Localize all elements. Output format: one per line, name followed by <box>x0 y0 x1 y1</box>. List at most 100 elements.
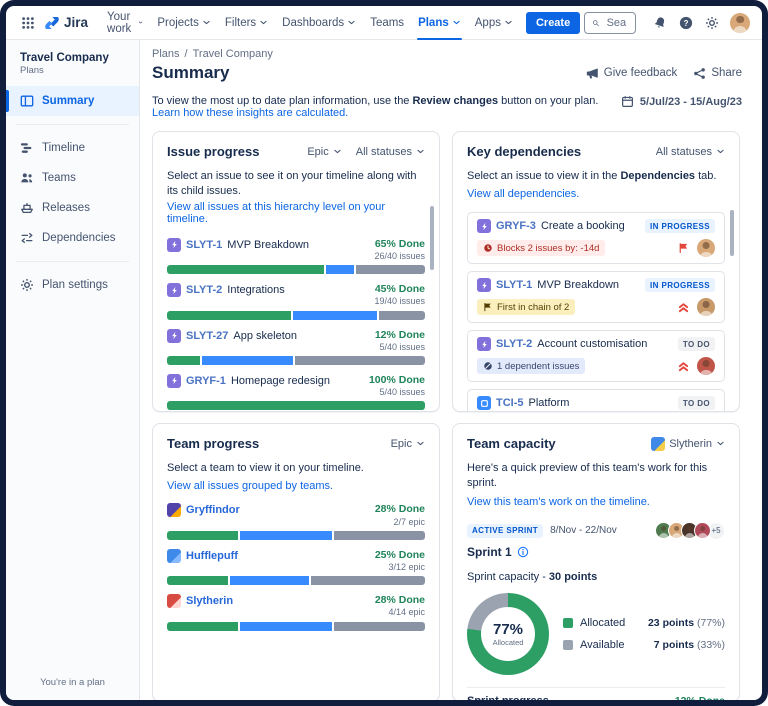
sidebar-item-teams[interactable]: Teams <box>6 163 139 193</box>
sprint-member-avatars[interactable]: +5 <box>655 522 725 540</box>
megaphone-icon <box>586 67 599 80</box>
insights-link[interactable]: Learn how these insights are calculated. <box>152 107 348 119</box>
summary-board-icon <box>20 94 34 108</box>
dependency-icon <box>483 361 493 371</box>
chevron-down-icon <box>416 147 425 156</box>
sidebar-item-summary[interactable]: Summary <box>6 86 139 116</box>
date-range: 5/Jul/23 - 15/Aug/23 <box>609 95 742 108</box>
sidebar-item-dependencies[interactable]: Dependencies <box>6 223 139 253</box>
assignee-avatar[interactable] <box>697 357 715 375</box>
view-all-issues-link[interactable]: View all issues at this hierarchy level … <box>167 201 425 225</box>
info-icon[interactable] <box>517 546 529 558</box>
nav-plans[interactable]: Plans <box>411 6 468 40</box>
nav-projects[interactable]: Projects <box>150 6 218 40</box>
blocks-chip: Blocks 2 issues by: -14d <box>477 240 605 256</box>
team-selector-dropdown[interactable]: Slytherin <box>651 437 725 451</box>
allocated-swatch <box>563 618 573 628</box>
settings-icon[interactable] <box>700 11 724 35</box>
share-button[interactable]: Share <box>693 67 742 80</box>
progress-bar <box>167 311 425 320</box>
nav-apps[interactable]: Apps <box>468 6 520 40</box>
give-feedback-button[interactable]: Give feedback <box>586 67 678 80</box>
view-team-work-link[interactable]: View this team's work on the timeline. <box>467 496 650 508</box>
progress-bar <box>167 531 425 540</box>
epic-icon <box>167 238 181 252</box>
breadcrumb-travel-company[interactable]: Travel Company <box>193 48 273 60</box>
sprint-capacity-label: Sprint capacity - 30 points <box>467 571 725 583</box>
help-icon[interactable] <box>674 11 698 35</box>
assignee-avatar[interactable] <box>697 239 715 257</box>
key-dependencies-card: Key dependencies All statuses Select an … <box>452 131 740 412</box>
chevron-down-icon <box>452 18 461 27</box>
create-button[interactable]: Create <box>526 12 580 34</box>
capacity-donut-chart: 77% Allocated <box>467 593 549 675</box>
available-swatch <box>563 640 573 650</box>
epic-icon <box>477 219 491 233</box>
search-input[interactable] <box>605 16 628 30</box>
jira-app: Jira Your work Projects Filters Dashboar… <box>6 6 762 700</box>
epic-icon <box>477 278 491 292</box>
dependency-item[interactable]: SLYT-1 MVP Breakdown IN PROGRESS First i… <box>467 271 725 323</box>
dependency-item[interactable]: GRYF-3 Create a booking IN PROGRESS Bloc… <box>467 212 725 264</box>
issue-row[interactable]: SLYT-1 MVP Breakdown 65% Done26/40 issue… <box>167 238 425 274</box>
team-row[interactable]: Slytherin 28% Done4/14 epic <box>167 594 425 630</box>
sidebar-divider <box>16 124 129 125</box>
app-switcher-icon[interactable] <box>16 11 40 35</box>
hierarchy-filter-dropdown[interactable]: Epic <box>307 146 341 158</box>
chevron-down-icon <box>504 18 513 27</box>
sidebar-item-releases[interactable]: Releases <box>6 193 139 223</box>
hierarchy-filter-dropdown[interactable]: Epic <box>391 438 425 450</box>
card-description: Here's a quick preview of this team's wo… <box>467 461 725 492</box>
chevron-down-icon <box>716 147 725 156</box>
sprint-progress-label: Sprint progress <box>467 695 549 700</box>
sprint-dates: 8/Nov - 22/Nov <box>550 525 617 536</box>
view-all-dependencies-link[interactable]: View all dependencies. <box>467 188 579 200</box>
sidebar-item-plan-settings[interactable]: Plan settings <box>6 270 139 300</box>
status-filter-dropdown[interactable]: All statuses <box>356 146 425 158</box>
issue-row[interactable]: GRYF-1 Homepage redesign 100% Done5/40 i… <box>167 374 425 410</box>
top-navigation: Jira Your work Projects Filters Dashboar… <box>6 6 762 40</box>
team-avatar <box>167 594 181 608</box>
jira-logo-icon <box>44 15 60 31</box>
epic-icon <box>477 337 491 351</box>
nav-dashboards[interactable]: Dashboards <box>275 6 363 40</box>
nav-your-work[interactable]: Your work <box>100 6 150 40</box>
brand-name: Jira <box>64 15 88 30</box>
issue-progress-list: SLYT-1 MVP Breakdown 65% Done26/40 issue… <box>167 229 425 412</box>
assignee-avatar[interactable] <box>697 298 715 316</box>
dependency-list: GRYF-3 Create a booking IN PROGRESS Bloc… <box>467 212 725 412</box>
team-row[interactable]: Gryffindor 28% Done2/7 epic <box>167 503 425 539</box>
team-row[interactable]: Hufflepuff 25% Done3/12 epic <box>167 549 425 585</box>
dependency-item[interactable]: TCI-5 Platform TO DO 1 dependent issue <box>467 389 725 412</box>
done-percent: 100% Done <box>369 374 425 387</box>
breadcrumb: Plans / Travel Company <box>152 48 742 60</box>
issue-row[interactable]: SLYT-2 Integrations 45% Done19/40 issues <box>167 283 425 319</box>
card-description: Select an issue to view it in the Depend… <box>467 169 725 184</box>
window-frame: Jira Your work Projects Filters Dashboar… <box>0 0 768 706</box>
scrollbar-thumb[interactable] <box>730 210 734 256</box>
calendar-icon <box>621 95 634 108</box>
notifications-icon[interactable] <box>648 11 672 35</box>
team-progress-card: Team progress Epic Select a team to view… <box>152 423 440 700</box>
nav-teams[interactable]: Teams <box>363 6 411 40</box>
breadcrumb-plans[interactable]: Plans <box>152 48 180 60</box>
profile-avatar[interactable] <box>730 13 750 33</box>
team-avatar <box>167 503 181 517</box>
breadcrumb-separator: / <box>185 48 188 60</box>
jira-logo[interactable]: Jira <box>44 15 88 31</box>
dependency-item[interactable]: SLYT-2 Account customisation TO DO 1 dep… <box>467 330 725 382</box>
sidebar-item-timeline[interactable]: Timeline <box>6 133 139 163</box>
issue-count: 19/40 issues <box>374 296 425 307</box>
issue-row[interactable]: SLYT-27 App skeleton 12% Done5/40 issues <box>167 329 425 365</box>
view-issues-by-team-link[interactable]: View all issues grouped by teams. <box>167 480 333 492</box>
nav-filters[interactable]: Filters <box>218 6 275 40</box>
search-box[interactable] <box>584 12 636 34</box>
status-filter-dropdown[interactable]: All statuses <box>656 146 725 158</box>
scrollbar-thumb[interactable] <box>430 206 434 270</box>
plan-info-message: To view the most up to date plan informa… <box>152 95 609 119</box>
chain-chip: First in chain of 2 <box>477 299 575 315</box>
epic-icon <box>167 283 181 297</box>
issue-count: 5/40 issues <box>375 342 425 353</box>
share-icon <box>693 67 706 80</box>
card-title: Key dependencies <box>467 144 581 159</box>
